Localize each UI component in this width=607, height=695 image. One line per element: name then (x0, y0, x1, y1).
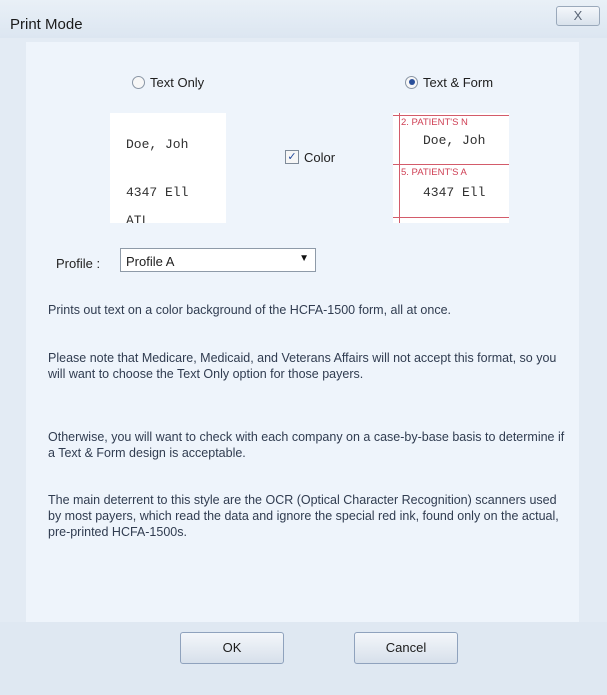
preview-name-line: Doe, Joh (126, 137, 189, 152)
ok-button[interactable]: OK (180, 632, 284, 664)
form-rule (393, 115, 509, 116)
preview-address-line: 4347 Ell (126, 185, 189, 200)
text-only-preview: Doe, Joh 4347 Ell ATL (110, 113, 226, 223)
color-option[interactable]: ✓ Color (285, 148, 335, 166)
description-paragraph: Prints out text on a color background of… (48, 303, 451, 317)
text-only-label: Text Only (150, 74, 205, 90)
cancel-button[interactable]: Cancel (354, 632, 458, 664)
preview-address-line: 4347 Ell (423, 185, 486, 200)
form-field-label: 5. PATIENT'S A (401, 167, 467, 178)
preview-city-line: ATL (126, 213, 150, 223)
text-form-radio[interactable] (405, 75, 418, 89)
text-form-preview: 2. PATIENT'S N Doe, Joh 5. PATIENT'S A 4… (393, 113, 509, 223)
form-rule (393, 217, 509, 218)
description-paragraph: The main deterrent to this style are the… (48, 493, 559, 539)
description-paragraph: Otherwise, you will want to check with e… (48, 430, 565, 460)
text-only-option[interactable]: Text Only (132, 72, 204, 92)
close-button[interactable]: X (556, 6, 600, 26)
preview-name-line: Doe, Joh (423, 133, 486, 148)
description-paragraph: Please note that Medicare, Medicaid, and… (48, 351, 557, 381)
title-bar: Print Mode X (0, 0, 607, 38)
close-icon: X (573, 8, 583, 23)
button-bar (0, 622, 607, 695)
color-label: Color (304, 149, 336, 165)
form-border-line (399, 113, 400, 223)
chevron-down-icon: ▼ (299, 253, 309, 264)
profile-label: Profile : (56, 256, 101, 271)
text-form-label: Text & Form (423, 74, 494, 90)
text-form-option[interactable]: Text & Form (405, 72, 493, 92)
dialog-title: Print Mode (10, 16, 83, 33)
form-rule (393, 164, 509, 165)
form-field-label: 2. PATIENT'S N (401, 117, 468, 128)
color-checkbox[interactable]: ✓ (285, 150, 299, 164)
profile-dropdown[interactable]: Profile A ▼ (120, 248, 316, 272)
print-mode-dialog: Print Mode X Text Only Text & Form Doe, … (0, 0, 607, 695)
profile-selected-value: Profile A (126, 254, 175, 269)
text-only-radio[interactable] (132, 75, 145, 89)
